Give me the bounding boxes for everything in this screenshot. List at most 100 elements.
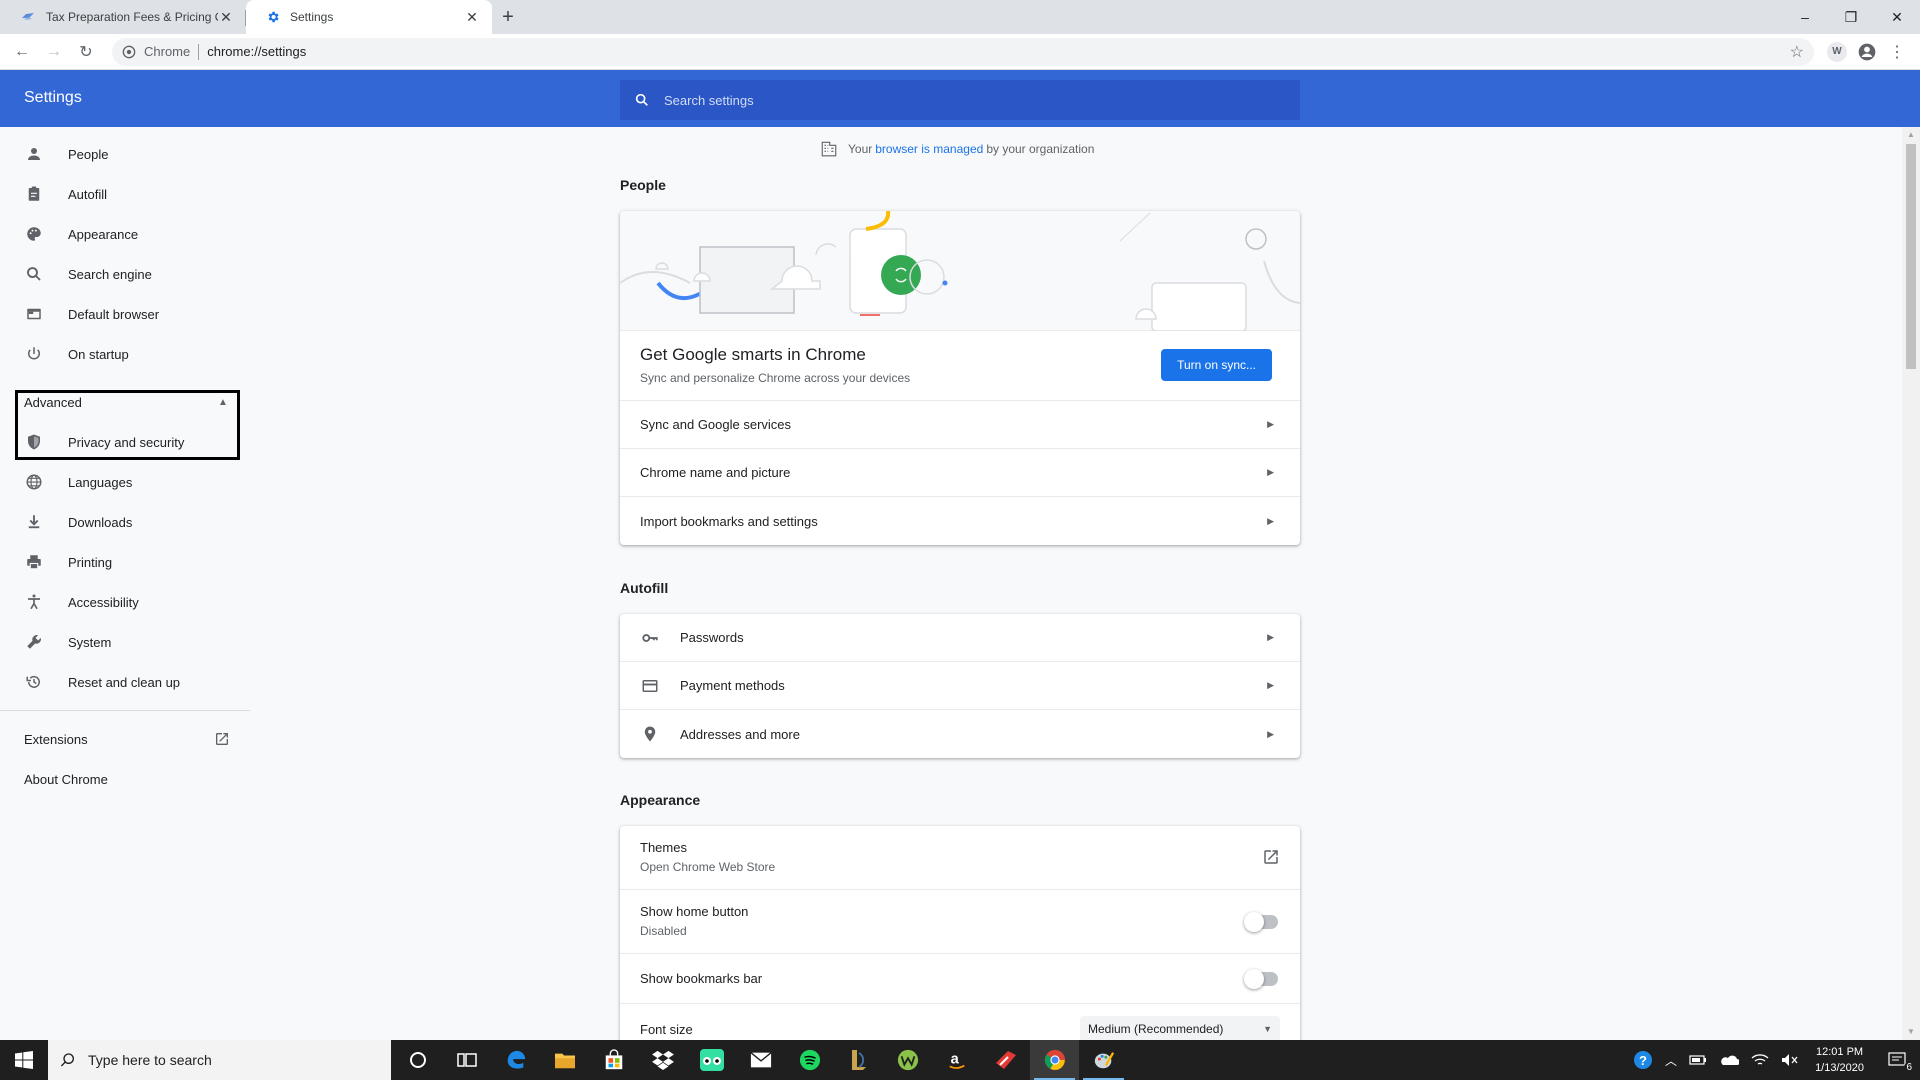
search-settings-input[interactable] [664, 92, 1244, 108]
search-icon [60, 1052, 76, 1068]
taskbar-clock[interactable]: 12:01 PM 1/13/2020 [1805, 1040, 1874, 1080]
row-passwords[interactable]: Passwords ▶ [620, 614, 1300, 662]
sidebar-item-downloads[interactable]: Downloads [0, 502, 250, 542]
row-show-home-button[interactable]: Show home button Disabled [620, 890, 1300, 954]
red-app-icon[interactable] [981, 1040, 1030, 1080]
tab-tax-preparation[interactable]: Tax Preparation Fees & Pricing Op ✕ [0, 0, 246, 34]
dropdown-arrow-icon: ▼ [1263, 1024, 1272, 1034]
task-view-icon[interactable] [442, 1040, 491, 1080]
section-title-people: People [620, 177, 666, 193]
row-themes[interactable]: Themes Open Chrome Web Store [620, 826, 1300, 890]
sidebar-item-label: Search engine [68, 266, 152, 282]
sidebar-item-system[interactable]: System [0, 622, 250, 662]
advanced-toggle-label[interactable]: Advanced [24, 395, 82, 410]
sidebar-link-extensions[interactable]: Extensions [24, 732, 88, 747]
accessibility-icon [24, 592, 44, 612]
sidebar-item-label: Languages [68, 474, 133, 490]
sidebar-item-label: Printing [68, 554, 113, 570]
sidebar-item-on-startup[interactable]: On startup [0, 334, 250, 374]
home-button-toggle[interactable] [1244, 912, 1278, 932]
sidebar-item-autofill[interactable]: Autofill [0, 174, 250, 214]
sidebar-item-privacy-security[interactable]: Privacy and security [0, 422, 250, 462]
new-tab-button[interactable]: + [492, 0, 524, 34]
row-import-bookmarks[interactable]: Import bookmarks and settings ▶ [620, 497, 1300, 545]
sidebar-link-about-chrome[interactable]: About Chrome [24, 772, 108, 787]
taskbar-search-box[interactable]: Type here to search [48, 1040, 391, 1080]
arrow-right-icon: ▶ [1267, 419, 1274, 429]
sidebar-item-printing[interactable]: Printing [0, 542, 250, 582]
extension-w-icon[interactable]: W [1827, 41, 1847, 62]
onedrive-icon[interactable] [1713, 1040, 1745, 1080]
page-scrollbar[interactable]: ▲ ▼ [1902, 127, 1920, 1040]
row-label: Passwords [680, 630, 744, 645]
caret-up-icon[interactable]: ▲ [218, 397, 228, 408]
tripadvisor-icon[interactable] [687, 1040, 736, 1080]
row-payment-methods[interactable]: Payment methods ▶ [620, 662, 1300, 710]
sidebar-item-appearance[interactable]: Appearance [0, 214, 250, 254]
credit-card-icon [640, 677, 660, 695]
windows-start-icon[interactable] [0, 1040, 48, 1080]
forward-arrow-icon[interactable]: → [40, 38, 68, 66]
tab-settings[interactable]: Settings ✕ [246, 0, 492, 34]
file-explorer-icon[interactable] [540, 1040, 589, 1080]
row-chrome-name-picture[interactable]: Chrome name and picture ▶ [620, 449, 1300, 497]
star-icon[interactable]: ☆ [1790, 42, 1804, 62]
paint-icon[interactable] [1079, 1040, 1128, 1080]
omnibox-url: chrome://settings [207, 44, 307, 59]
edge-icon[interactable] [491, 1040, 540, 1080]
arrow-right-icon: ▶ [1267, 728, 1274, 739]
row-label: Sync and Google services [640, 417, 792, 432]
sidebar-item-reset-clean-up[interactable]: Reset and clean up [0, 662, 250, 702]
row-addresses[interactable]: Addresses and more ▶ [620, 710, 1300, 758]
help-icon[interactable]: ? [1627, 1040, 1659, 1080]
profile-avatar-icon[interactable] [1852, 38, 1882, 66]
volume-muted-icon[interactable] [1775, 1040, 1805, 1080]
webroot-icon[interactable] [883, 1040, 932, 1080]
search-settings-box[interactable] [620, 80, 1300, 120]
sidebar-item-label: Accessibility [68, 594, 139, 610]
close-window-icon[interactable]: ✕ [1874, 0, 1920, 34]
sync-promo-title: Get Google smarts in Chrome [640, 345, 866, 364]
back-arrow-icon[interactable]: ← [8, 38, 36, 66]
sidebar-item-languages[interactable]: Languages [0, 462, 250, 502]
sidebar-item-people[interactable]: People [0, 134, 250, 174]
spotify-icon[interactable] [785, 1040, 834, 1080]
wifi-icon[interactable] [1745, 1040, 1775, 1080]
bookmarks-bar-toggle[interactable] [1244, 969, 1278, 989]
tab-title: Settings [290, 10, 334, 24]
managed-link[interactable]: browser is managed [875, 142, 983, 156]
minimize-icon[interactable]: – [1782, 0, 1828, 34]
row-sync-google-services[interactable]: Sync and Google services ▶ [620, 401, 1300, 449]
turn-on-sync-button[interactable]: Turn on sync... [1161, 349, 1272, 381]
row-show-bookmarks-bar[interactable]: Show bookmarks bar [620, 954, 1300, 1004]
reload-icon[interactable]: ↻ [72, 38, 100, 66]
store-icon[interactable] [589, 1040, 638, 1080]
scroll-thumb[interactable] [1906, 144, 1916, 369]
battery-icon[interactable] [1683, 1040, 1713, 1080]
sidebar-item-default-browser[interactable]: Default browser [0, 294, 250, 334]
cortana-icon[interactable] [393, 1040, 442, 1080]
mail-icon[interactable] [736, 1040, 785, 1080]
address-bar[interactable]: Chrome chrome://settings ☆ [112, 37, 1814, 66]
row-label: Import bookmarks and settings [640, 513, 818, 529]
dropbox-icon[interactable] [638, 1040, 687, 1080]
scroll-down-icon[interactable]: ▼ [1907, 1027, 1915, 1036]
restore-icon[interactable]: ❐ [1828, 0, 1874, 34]
amazon-icon[interactable]: a [932, 1040, 981, 1080]
scroll-up-icon[interactable]: ▲ [1907, 130, 1915, 139]
sidebar-item-search-engine[interactable]: Search engine [0, 254, 250, 294]
menu-kebab-icon[interactable]: ⋮ [1882, 38, 1912, 66]
chrome-icon[interactable] [1030, 1040, 1079, 1080]
open-in-new-icon[interactable] [214, 731, 230, 750]
open-in-new-icon[interactable] [1262, 848, 1280, 869]
close-tab-icon[interactable]: ✕ [218, 9, 234, 25]
settings-header: Settings [0, 70, 1920, 127]
league-of-legends-icon[interactable] [834, 1040, 883, 1080]
close-tab-icon[interactable]: ✕ [464, 9, 480, 25]
row-label: Font size [640, 1022, 693, 1037]
sidebar-item-accessibility[interactable]: Accessibility [0, 582, 250, 622]
chevron-up-icon[interactable]: ︿ [1659, 1040, 1683, 1080]
notifications-icon[interactable]: 6 [1874, 1040, 1920, 1080]
font-size-select[interactable]: Medium (Recommended) ▼ [1080, 1016, 1280, 1040]
svg-text:?: ? [1639, 1053, 1647, 1068]
